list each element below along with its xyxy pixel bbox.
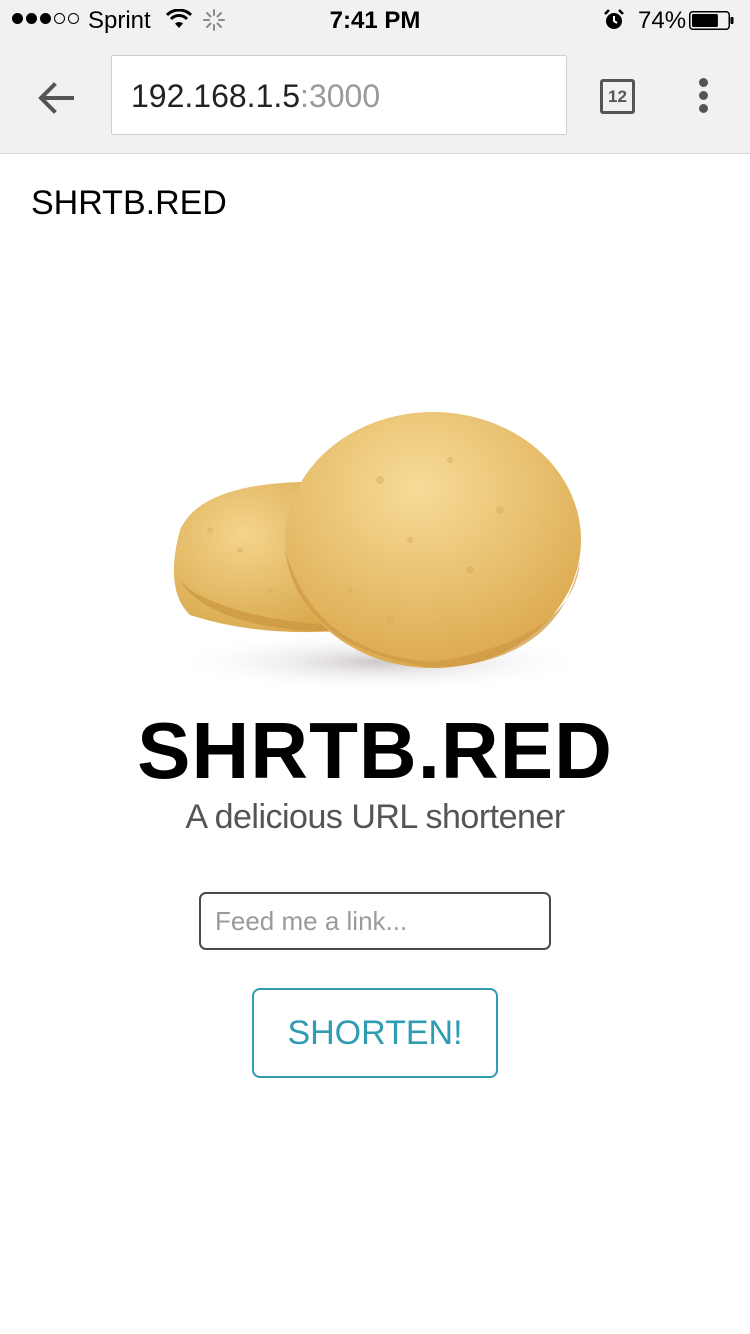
- address-bar[interactable]: 192.168.1.5:3000: [111, 55, 567, 135]
- hero-title: SHRTB.RED: [137, 706, 613, 795]
- battery-icon: [689, 11, 734, 30]
- url-port: :3000: [300, 78, 381, 114]
- shorten-button[interactable]: SHORTEN!: [252, 988, 498, 1078]
- status-bar: Sprint 7:41 PM 74%: [0, 0, 750, 40]
- link-input[interactable]: [199, 892, 551, 950]
- back-arrow-icon[interactable]: [34, 76, 78, 120]
- shortbread-cookies-image: [170, 412, 590, 692]
- overflow-menu-icon[interactable]: [693, 78, 713, 116]
- battery-percent: 74%: [638, 7, 687, 34]
- url-host: 192.168.1.5: [131, 78, 301, 114]
- browser-toolbar: 192.168.1.5:3000 12: [0, 40, 750, 154]
- tagline: A delicious URL shortener: [185, 798, 565, 836]
- tabs-icon[interactable]: 12: [600, 79, 635, 114]
- site-brand[interactable]: SHRTB.RED: [31, 184, 227, 223]
- alarm-icon: [604, 9, 624, 29]
